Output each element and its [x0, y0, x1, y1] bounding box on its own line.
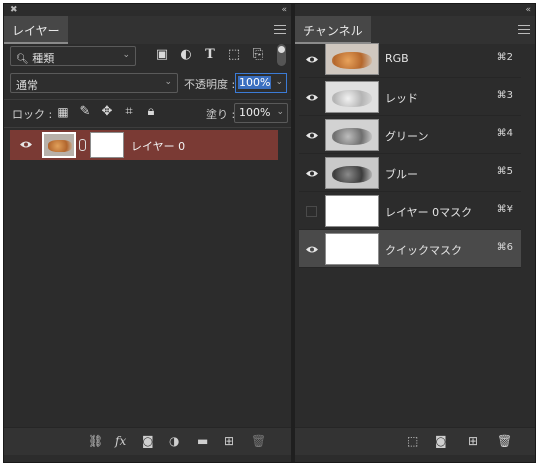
opacity-value[interactable]: 100% — [238, 76, 272, 89]
eye-icon[interactable] — [305, 93, 319, 102]
fill-value[interactable]: 100% — [239, 106, 270, 119]
channel-name: RGB — [385, 52, 409, 65]
adjustment-layer-icon[interactable]: ◑ — [169, 434, 179, 448]
lock-label: ロック : — [12, 108, 53, 121]
link-layers-icon[interactable]: ⛓ — [88, 434, 103, 448]
channel-thumbnail — [325, 119, 379, 151]
filter-kind-select[interactable]: 🔍︎ 種類 ⌄ — [10, 46, 136, 66]
fill-field[interactable]: 100% ⌄ — [234, 103, 288, 123]
layer-row[interactable]: レイヤー 0 — [10, 130, 278, 160]
channel-thumbnail — [325, 81, 379, 113]
eye-icon[interactable] — [305, 55, 319, 64]
channel-name: グリーン — [385, 130, 429, 143]
channel-name: ブルー — [385, 168, 418, 181]
visibility-toggle-empty[interactable] — [306, 206, 317, 217]
new-layer-icon[interactable]: ⊞ — [224, 434, 234, 448]
opacity-field[interactable]: 100% ⌄ — [235, 73, 287, 93]
shape-filter-icon[interactable]: ⬚ — [226, 47, 242, 63]
delete-layer-icon[interactable]: 🗑︎ — [251, 434, 266, 448]
lock-transparent-pixels-icon[interactable]: ▦ — [56, 104, 70, 120]
load-channel-selection-icon[interactable]: ⬚ — [407, 434, 418, 448]
channels-footer: ⬚ ◙ ⊞ 🗑︎ — [295, 427, 535, 455]
channel-row-green[interactable]: グリーン ⌘4 — [299, 116, 521, 154]
lock-position-icon[interactable]: ✥ — [100, 104, 114, 120]
channel-name: クイックマスク — [385, 244, 462, 257]
save-selection-channel-icon[interactable]: ◙ — [435, 434, 447, 448]
channel-row-rgb[interactable]: RGB ⌘2 — [299, 40, 521, 78]
tab-layers[interactable]: レイヤー — [4, 16, 68, 44]
collapse-panel-icon[interactable]: « — [281, 5, 287, 15]
chevron-down-icon: ⌄ — [164, 77, 172, 87]
channel-name: レイヤー 0マスク — [385, 206, 473, 219]
blend-mode-value: 通常 — [16, 79, 38, 92]
new-group-icon[interactable]: ▬ — [197, 434, 208, 448]
thumbnail-figure — [332, 90, 372, 107]
thumbnail-figure — [332, 166, 372, 183]
lock-image-pixels-icon[interactable]: ✎ — [78, 104, 92, 120]
type-filter-icon[interactable]: T — [202, 47, 218, 63]
fx-icon[interactable]: fx — [115, 434, 126, 448]
layer-mask-thumbnail[interactable] — [90, 132, 124, 158]
channel-shortcut: ⌘5 — [496, 166, 513, 177]
channel-thumbnail — [325, 195, 379, 227]
fill-label: 塗り : — [206, 108, 236, 121]
panel-menu-icon[interactable] — [518, 25, 530, 34]
channel-shortcut: ⌘3 — [496, 90, 513, 101]
search-icon: 🔍︎ — [16, 54, 29, 65]
chevron-down-icon[interactable]: ⌄ — [276, 107, 284, 117]
channel-shortcut: ⌘6 — [496, 242, 513, 253]
thumbnail-figure — [332, 128, 372, 145]
eye-icon[interactable] — [305, 131, 319, 140]
panels-frame: ✖ « レイヤー 🔍︎ 種類 ⌄ ▣ ◐ T ⬚ ⎘ 通常 ⌄ 不透明度 : 1… — [3, 3, 536, 463]
channel-thumbnail — [325, 157, 379, 189]
smart-object-filter-icon[interactable]: ⎘ — [250, 47, 266, 63]
layer-name[interactable]: レイヤー 0 — [131, 138, 185, 154]
channel-thumbnail — [325, 233, 379, 265]
channel-thumbnail — [325, 43, 379, 75]
collapse-panel-icon[interactable]: « — [525, 5, 531, 15]
channel-row-quick-mask[interactable]: クイックマスク ⌘6 — [299, 230, 521, 268]
channel-name: レッド — [385, 92, 418, 105]
mask-link-icon[interactable] — [79, 139, 86, 151]
channel-row-layer-mask[interactable]: レイヤー 0マスク ⌘¥ — [299, 192, 521, 230]
opacity-label: 不透明度 : — [184, 78, 236, 91]
lock-all-icon[interactable]: 🔒︎ — [144, 104, 158, 120]
add-mask-icon[interactable]: ◙ — [142, 434, 154, 448]
filter-toggle[interactable] — [277, 44, 286, 66]
filter-kind-label: 種類 — [32, 52, 55, 65]
chevron-down-icon[interactable]: ⌄ — [275, 77, 283, 87]
layers-footer: ⛓ fx ◙ ◑ ▬ ⊞ 🗑︎ — [4, 427, 291, 455]
thumbnail-figure — [332, 52, 372, 69]
close-panel-icon[interactable]: ✖ — [10, 5, 18, 15]
channel-shortcut: ⌘¥ — [496, 204, 513, 215]
layers-tabbar: レイヤー — [4, 16, 291, 44]
delete-channel-icon[interactable]: 🗑︎ — [497, 434, 512, 448]
eye-icon[interactable] — [305, 245, 319, 254]
panel-menu-icon[interactable] — [274, 25, 286, 34]
lock-artboard-icon[interactable]: ⌗ — [122, 104, 136, 120]
channel-row-red[interactable]: レッド ⌘3 — [299, 78, 521, 116]
layers-panel: ✖ « レイヤー 🔍︎ 種類 ⌄ ▣ ◐ T ⬚ ⎘ 通常 ⌄ 不透明度 : 1… — [4, 4, 291, 462]
eye-icon[interactable] — [19, 140, 33, 149]
image-filter-icon[interactable]: ▣ — [154, 47, 170, 63]
channel-shortcut: ⌘4 — [496, 128, 513, 139]
new-channel-icon[interactable]: ⊞ — [468, 434, 478, 448]
adjustment-filter-icon[interactable]: ◐ — [178, 47, 194, 63]
channel-row-blue[interactable]: ブルー ⌘5 — [299, 154, 521, 192]
eye-icon[interactable] — [305, 169, 319, 178]
filter-toggle-knob — [278, 46, 285, 53]
blend-mode-select[interactable]: 通常 ⌄ — [10, 73, 178, 93]
layer-thumbnail — [42, 132, 76, 158]
chevron-down-icon: ⌄ — [122, 50, 130, 60]
channel-shortcut: ⌘2 — [496, 52, 513, 63]
thumbnail-figure — [48, 140, 72, 152]
